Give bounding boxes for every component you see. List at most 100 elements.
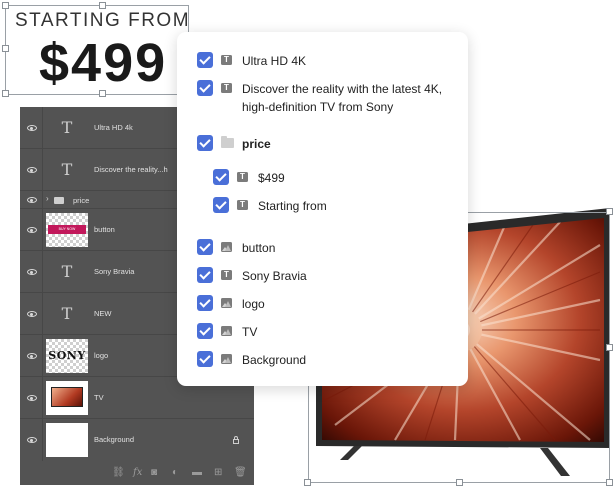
layers-footer-toolbar: ⛓ fx ◙ ◐ ▬ ⊞ 🗑 (20, 461, 254, 485)
checklist-item-starting-from[interactable]: T Starting from (213, 197, 327, 215)
layer-checklist-card: T Ultra HD 4K T Discover the reality wit… (177, 32, 468, 386)
layer-name: Sony Bravia (94, 267, 135, 276)
checkbox[interactable] (197, 135, 213, 151)
visibility-eye-icon[interactable] (27, 167, 37, 173)
checklist-label: price (242, 137, 271, 151)
text-layer-icon: T (221, 270, 232, 280)
text-layer-icon: T (237, 200, 248, 210)
starting-from-text: STARTING FROM (15, 10, 191, 31)
checkbox[interactable] (197, 295, 213, 311)
checklist-label: Discover the reality with the latest 4K,… (242, 82, 443, 114)
resize-handle[interactable] (304, 479, 311, 486)
checklist-label: TV (242, 325, 258, 339)
visibility-eye-icon[interactable] (27, 311, 37, 317)
layer-thumbnail (46, 423, 88, 457)
checklist-item-price-value[interactable]: T $499 (213, 169, 285, 187)
resize-handle[interactable] (2, 45, 9, 52)
layer-name: logo (94, 351, 109, 360)
checkbox[interactable] (197, 52, 213, 68)
visibility-eye-icon[interactable] (27, 395, 37, 401)
checkbox[interactable] (197, 239, 213, 255)
resize-handle[interactable] (606, 479, 613, 486)
checklist-item-tv[interactable]: TV (197, 323, 257, 341)
folder-icon (221, 136, 234, 148)
divider (42, 191, 43, 208)
layer-name: TV (94, 393, 104, 402)
divider (42, 209, 43, 250)
resize-handle[interactable] (2, 2, 9, 9)
layer-name: Ultra HD 4k (94, 123, 133, 132)
text-layer-icon: T (61, 304, 73, 323)
layer-name: Discover the reality...h (94, 165, 168, 174)
divider (42, 293, 43, 334)
checklist-label: button (242, 241, 276, 255)
folder-icon[interactable]: ▬ (192, 467, 202, 478)
visibility-eye-icon[interactable] (27, 227, 37, 233)
adjustment-icon[interactable]: ◐ (172, 467, 178, 478)
checklist-label: logo (242, 297, 265, 311)
checklist-label: Ultra HD 4K (242, 54, 307, 68)
folder-icon (54, 197, 64, 204)
resize-handle[interactable] (456, 479, 463, 486)
divider (42, 107, 43, 148)
resize-handle[interactable] (606, 344, 613, 351)
checklist-label: Background (242, 353, 307, 367)
visibility-eye-icon[interactable] (27, 353, 37, 359)
sony-logo-thumbnail: SONY (48, 349, 86, 362)
layer-thumbnail (46, 381, 88, 415)
visibility-eye-icon[interactable] (27, 437, 37, 443)
divider (42, 149, 43, 190)
layer-name: NEW (94, 309, 112, 318)
visibility-eye-icon[interactable] (27, 125, 37, 131)
image-layer-icon (221, 298, 232, 308)
divider (42, 377, 43, 418)
price-text: $499 (39, 33, 168, 93)
image-layer-icon (221, 326, 232, 336)
layer-row-background[interactable]: Background (20, 419, 254, 461)
layer-name: price (73, 196, 90, 205)
chevron-right-icon[interactable]: › (46, 194, 49, 203)
layer-thumbnail: SONY (46, 339, 88, 373)
checkbox[interactable] (213, 169, 229, 185)
resize-handle[interactable] (99, 2, 106, 9)
fx-icon[interactable]: fx (133, 467, 142, 478)
image-layer-icon (221, 354, 232, 364)
checklist-item-price-group[interactable]: price (197, 135, 271, 153)
link-icon[interactable]: ⛓ (112, 467, 125, 478)
text-layer-icon: T (221, 83, 232, 93)
text-layer-icon: T (61, 118, 73, 137)
mask-icon[interactable]: ◙ (151, 467, 157, 478)
checklist-item-sony-bravia[interactable]: T Sony Bravia (197, 267, 307, 285)
divider (42, 335, 43, 376)
checklist-item-discover[interactable]: T Discover the reality with the latest 4… (197, 80, 457, 116)
text-layer-icon: T (61, 262, 73, 281)
resize-handle[interactable] (99, 90, 106, 97)
checklist-item-ultra-hd[interactable]: T Ultra HD 4K (197, 52, 306, 70)
visibility-eye-icon[interactable] (27, 269, 37, 275)
checkbox[interactable] (197, 323, 213, 339)
visibility-eye-icon[interactable] (27, 197, 37, 203)
trash-icon[interactable]: 🗑 (234, 467, 247, 478)
checklist-item-logo[interactable]: logo (197, 295, 265, 313)
checkbox[interactable] (197, 351, 213, 367)
text-layer-icon: T (237, 172, 248, 182)
checklist-item-button[interactable]: button (197, 239, 275, 257)
image-layer-icon (221, 242, 232, 252)
checklist-label: Starting from (258, 199, 327, 213)
text-layer-icon: T (221, 55, 232, 65)
layer-name: button (94, 225, 115, 234)
resize-handle[interactable] (606, 208, 613, 215)
divider (42, 419, 43, 461)
checkbox[interactable] (213, 197, 229, 213)
divider (42, 251, 43, 292)
checkbox[interactable] (197, 267, 213, 283)
checklist-label: Sony Bravia (242, 269, 307, 283)
price-selection-box[interactable]: STARTING FROM $499 (5, 5, 189, 95)
checklist-item-background[interactable]: Background (197, 351, 306, 369)
new-layer-icon[interactable]: ⊞ (214, 467, 222, 478)
buy-now-thumbnail: BUY NOW (48, 225, 86, 234)
tv-thumbnail (51, 387, 83, 407)
checkbox[interactable] (197, 80, 213, 96)
resize-handle[interactable] (2, 90, 9, 97)
lock-icon[interactable] (233, 436, 239, 444)
